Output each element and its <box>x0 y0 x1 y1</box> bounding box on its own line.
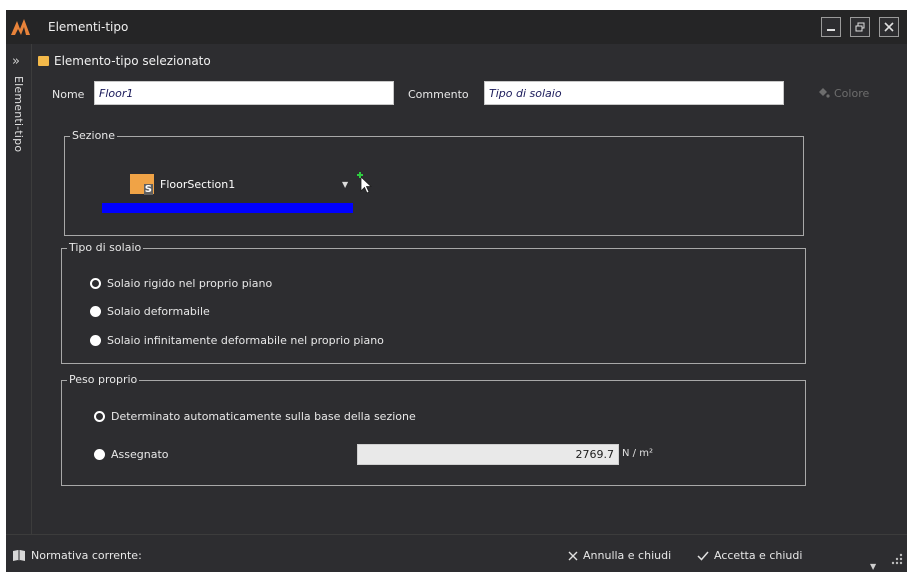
accept-button[interactable]: Accetta e chiudi <box>697 549 802 562</box>
dropdown-arrow-icon[interactable]: ▼ <box>342 180 348 189</box>
radio-label: Solaio rigido nel proprio piano <box>107 277 273 290</box>
footer-bar: Normativa corrente: Annulla e chiudi Acc… <box>6 534 907 572</box>
collapse-arrow-icon[interactable]: ▼ <box>870 562 876 571</box>
radio-indicator <box>90 306 101 317</box>
title-bar: Elementi-tipo <box>6 10 907 44</box>
comment-input[interactable] <box>484 81 784 105</box>
selection-highlight-bar <box>102 203 353 213</box>
peso-unit: N / m² <box>622 448 653 459</box>
radio-label: Solaio deformabile <box>107 305 210 318</box>
section-selector[interactable]: FloorSection1 <box>130 174 236 195</box>
radio-solaio-infinitamente-deformabile[interactable]: Solaio infinitamente deformabile nel pro… <box>90 334 384 347</box>
close-button[interactable] <box>879 17 899 37</box>
check-icon <box>697 551 709 561</box>
radio-indicator <box>94 449 105 460</box>
folder-icon <box>38 56 49 66</box>
radio-indicator <box>90 335 101 346</box>
cancel-button[interactable]: Annulla e chiudi <box>568 549 671 562</box>
side-panel-strip[interactable]: » Elementi-tipo <box>6 44 32 534</box>
peso-proprio-legend: Peso proprio <box>67 373 140 386</box>
restore-icon <box>855 22 865 32</box>
color-button-label: Colore <box>834 86 870 100</box>
app-logo-icon <box>11 19 30 35</box>
name-label: Nome <box>52 88 85 101</box>
radio-indicator <box>90 278 101 289</box>
minimize-button[interactable] <box>821 17 841 37</box>
accept-button-label: Accetta e chiudi <box>714 549 803 562</box>
radio-indicator <box>94 411 105 422</box>
normativa-label: Normativa corrente: <box>31 549 142 562</box>
peso-proprio-group: Peso proprio <box>61 373 806 486</box>
radio-peso-assegnato[interactable]: Assegnato <box>94 448 169 461</box>
x-icon <box>568 551 578 560</box>
cancel-button-label: Annulla e chiudi <box>583 549 672 562</box>
paint-bucket-icon <box>819 88 830 98</box>
double-chevron-icon[interactable]: » <box>12 54 20 69</box>
comment-label: Commento <box>408 88 469 101</box>
minimize-icon <box>827 29 835 31</box>
normativa-corrente: Normativa corrente: <box>12 549 142 562</box>
tipo-solaio-legend: Tipo di solaio <box>67 241 144 254</box>
section-title: Elemento-tipo selezionato <box>54 54 211 68</box>
radio-solaio-rigido[interactable]: Solaio rigido nel proprio piano <box>90 277 272 290</box>
radio-label: Assegnato <box>111 448 169 461</box>
radio-label: Determinato automaticamente sulla base d… <box>111 410 416 423</box>
section-icon <box>130 174 154 195</box>
window-title: Elementi-tipo <box>48 20 129 34</box>
peso-assegnato-input[interactable] <box>357 444 619 465</box>
radio-solaio-deformabile[interactable]: Solaio deformabile <box>90 305 210 318</box>
name-input[interactable] <box>94 81 394 105</box>
side-panel-label[interactable]: Elementi-tipo <box>12 76 25 152</box>
pick-cursor-icon[interactable] <box>356 172 374 194</box>
sezione-legend: Sezione <box>70 129 118 142</box>
close-icon <box>884 22 894 32</box>
section-header: Elemento-tipo selezionato <box>38 54 211 68</box>
restore-button[interactable] <box>850 17 870 37</box>
book-icon <box>13 550 25 561</box>
color-button[interactable]: Colore <box>816 86 869 100</box>
radio-label: Solaio infinitamente deformabile nel pro… <box>107 334 384 347</box>
section-selector-value: FloorSection1 <box>160 177 236 191</box>
radio-peso-automatico[interactable]: Determinato automaticamente sulla base d… <box>94 410 416 423</box>
resize-grip-icon[interactable] <box>891 553 903 565</box>
elementi-tipo-window: Elementi-tipo » Elementi-tipo Elemento-t… <box>6 10 907 572</box>
